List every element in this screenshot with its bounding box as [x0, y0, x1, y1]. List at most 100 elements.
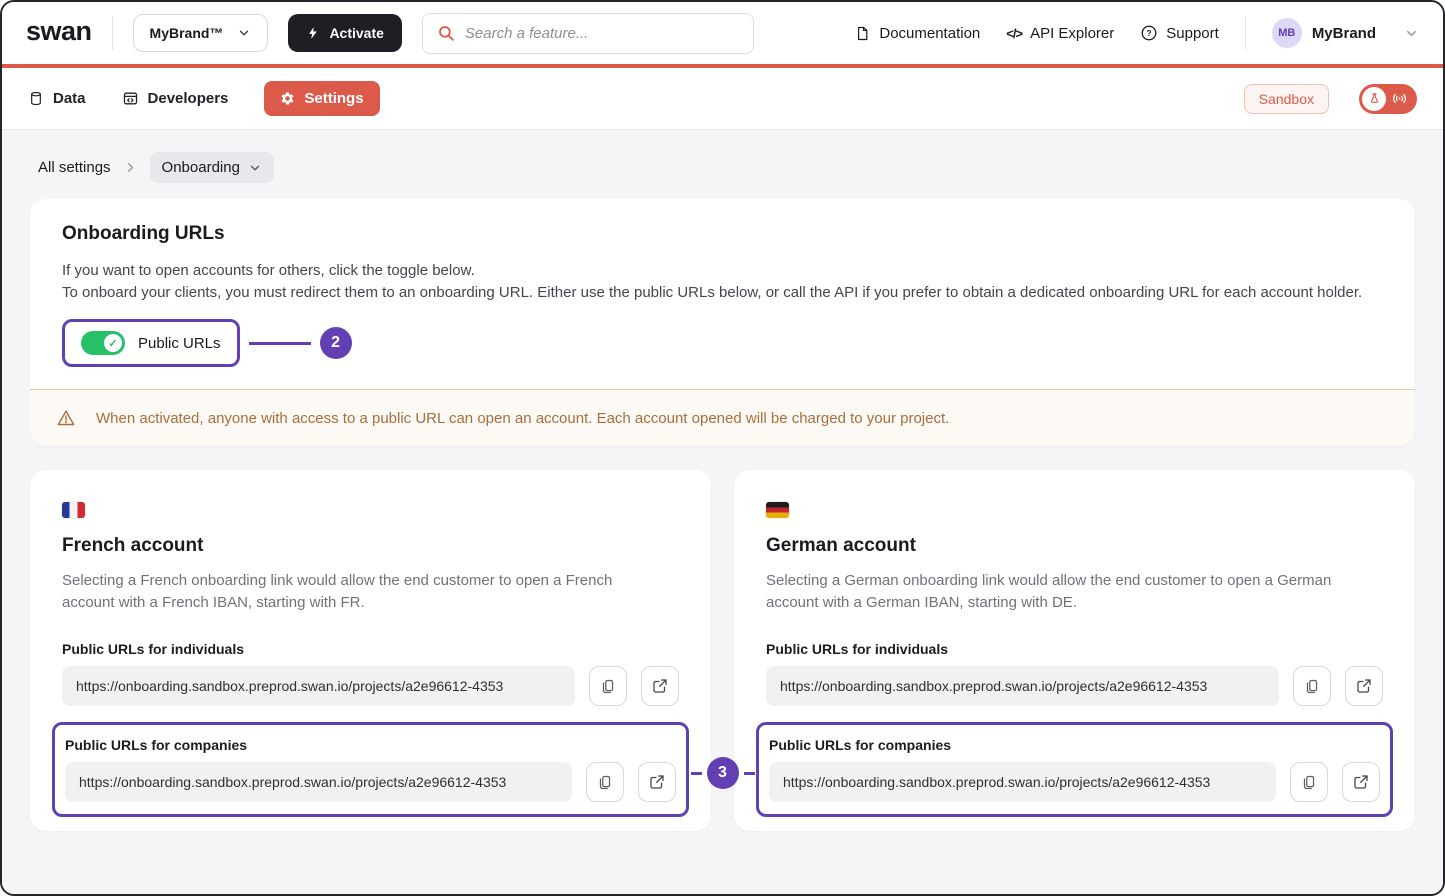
- annotation-connector-3: 3: [691, 757, 755, 789]
- search-box[interactable]: [422, 13, 754, 54]
- open-link-button[interactable]: [1345, 666, 1383, 706]
- annotation-badge-2: 2: [320, 327, 352, 359]
- tab-data-label: Data: [53, 90, 86, 107]
- copy-button[interactable]: [589, 666, 627, 706]
- copy-icon: [596, 773, 614, 792]
- breadcrumb-onboarding-select[interactable]: Onboarding: [150, 152, 274, 183]
- french-account-card: French account Selecting a French onboar…: [30, 470, 711, 831]
- database-icon: [28, 90, 44, 107]
- breadcrumb: All settings Onboarding: [30, 130, 1415, 199]
- open-link-button[interactable]: [641, 666, 679, 706]
- german-account-description: Selecting a German onboarding link would…: [766, 570, 1351, 614]
- individuals-url-input[interactable]: [766, 666, 1279, 706]
- french-account-title: French account: [62, 535, 679, 557]
- open-link-button[interactable]: [638, 762, 676, 802]
- environment-toggle[interactable]: [1359, 84, 1417, 114]
- germany-flag-icon: [766, 502, 789, 518]
- copy-icon: [1300, 773, 1318, 792]
- copy-button[interactable]: [1293, 666, 1331, 706]
- tab-settings-label: Settings: [304, 90, 363, 107]
- project-selector[interactable]: MyBrand™: [133, 14, 269, 52]
- flask-icon: [1362, 87, 1386, 111]
- sub-nav: Data Developers Settings Sandbox: [2, 68, 1443, 130]
- search-icon: [437, 24, 455, 42]
- page-title: Onboarding URLs: [62, 223, 1383, 245]
- onboarding-description-line1: If you want to open accounts for others,…: [62, 260, 1383, 282]
- header-divider: [112, 16, 113, 50]
- onboarding-urls-card: Onboarding URLs If you want to open acco…: [30, 199, 1415, 446]
- document-icon: [854, 25, 871, 42]
- page-content: All settings Onboarding Onboarding URLs …: [2, 130, 1443, 894]
- individuals-url-input[interactable]: [62, 666, 575, 706]
- companies-url-input[interactable]: [65, 762, 572, 802]
- annotation-dash: [691, 772, 702, 775]
- sandbox-badge: Sandbox: [1244, 84, 1329, 114]
- german-account-card: German account Selecting a German onboar…: [734, 470, 1415, 831]
- tab-developers[interactable]: Developers: [122, 90, 229, 107]
- copy-icon: [599, 677, 617, 696]
- activate-label: Activate: [329, 25, 383, 41]
- copy-button[interactable]: [1290, 762, 1328, 802]
- onboarding-description-line2: To onboard your clients, you must redire…: [62, 282, 1383, 304]
- german-account-title: German account: [766, 535, 1383, 557]
- account-name: MyBrand: [1312, 25, 1376, 42]
- public-urls-toggle[interactable]: ✓: [81, 331, 125, 355]
- annotation-badge-3: 3: [707, 757, 739, 789]
- nav-documentation[interactable]: Documentation: [854, 25, 980, 42]
- copy-icon: [1303, 677, 1321, 696]
- warning-icon: [56, 408, 76, 428]
- individuals-url-label: Public URLs for individuals: [62, 641, 679, 657]
- breadcrumb-all-settings[interactable]: All settings: [38, 159, 111, 176]
- code-icon: </>: [1006, 26, 1022, 41]
- search-input[interactable]: [465, 25, 739, 42]
- nav-api-explorer[interactable]: </> API Explorer: [1006, 25, 1114, 42]
- external-link-icon: [651, 677, 669, 695]
- activate-button[interactable]: Activate: [288, 14, 401, 52]
- companies-url-label: Public URLs for companies: [65, 737, 676, 753]
- swan-logo[interactable]: swan: [26, 16, 92, 51]
- copy-button[interactable]: [586, 762, 624, 802]
- companies-url-input[interactable]: [769, 762, 1276, 802]
- france-flag-icon: [62, 502, 85, 518]
- warning-banner: When activated, anyone with access to a …: [30, 389, 1415, 446]
- annotation-box-companies: Public URLs for companies: [52, 722, 689, 817]
- public-urls-toggle-row: ✓ Public URLs 2: [62, 319, 1383, 367]
- gear-icon: [280, 91, 295, 106]
- header-divider: [1245, 16, 1246, 50]
- tab-settings[interactable]: Settings: [264, 81, 379, 116]
- live-signal-icon: [1391, 90, 1408, 107]
- avatar: MB: [1272, 18, 1302, 48]
- annotation-box-companies: Public URLs for companies: [756, 722, 1393, 817]
- annotation-connector: [249, 342, 311, 345]
- app-window: swan MyBrand™ Activate: [0, 0, 1445, 896]
- annotation-dash: [744, 772, 755, 775]
- annotation-box-toggle: ✓ Public URLs: [62, 319, 240, 367]
- external-link-icon: [648, 773, 666, 791]
- lightning-icon: [306, 25, 320, 41]
- account-cards-row: French account Selecting a French onboar…: [30, 470, 1415, 831]
- breadcrumb-onboarding-label: Onboarding: [162, 159, 240, 176]
- warning-text: When activated, anyone with access to a …: [96, 410, 949, 427]
- account-menu[interactable]: MB MyBrand: [1272, 18, 1419, 48]
- external-link-icon: [1355, 677, 1373, 695]
- chevron-down-icon: [237, 26, 251, 40]
- public-urls-toggle-label: Public URLs: [138, 335, 221, 352]
- tab-data[interactable]: Data: [28, 90, 86, 107]
- nav-api-explorer-label: API Explorer: [1030, 25, 1114, 42]
- toggle-check-icon: ✓: [104, 334, 122, 352]
- nav-support-label: Support: [1166, 25, 1219, 42]
- chevron-down-icon: [1404, 26, 1419, 41]
- tab-developers-label: Developers: [148, 90, 229, 107]
- individuals-url-label: Public URLs for individuals: [766, 641, 1383, 657]
- external-link-icon: [1352, 773, 1370, 791]
- open-link-button[interactable]: [1342, 762, 1380, 802]
- help-icon: ?: [1140, 24, 1158, 42]
- dev-window-icon: [122, 90, 139, 107]
- project-selector-label: MyBrand™: [150, 25, 224, 41]
- svg-text:?: ?: [1147, 29, 1152, 38]
- top-header: swan MyBrand™ Activate: [2, 2, 1443, 64]
- chevron-down-icon: [248, 161, 262, 175]
- chevron-right-icon: [123, 160, 138, 175]
- nav-support[interactable]: ? Support: [1140, 24, 1219, 42]
- french-account-description: Selecting a French onboarding link would…: [62, 570, 647, 614]
